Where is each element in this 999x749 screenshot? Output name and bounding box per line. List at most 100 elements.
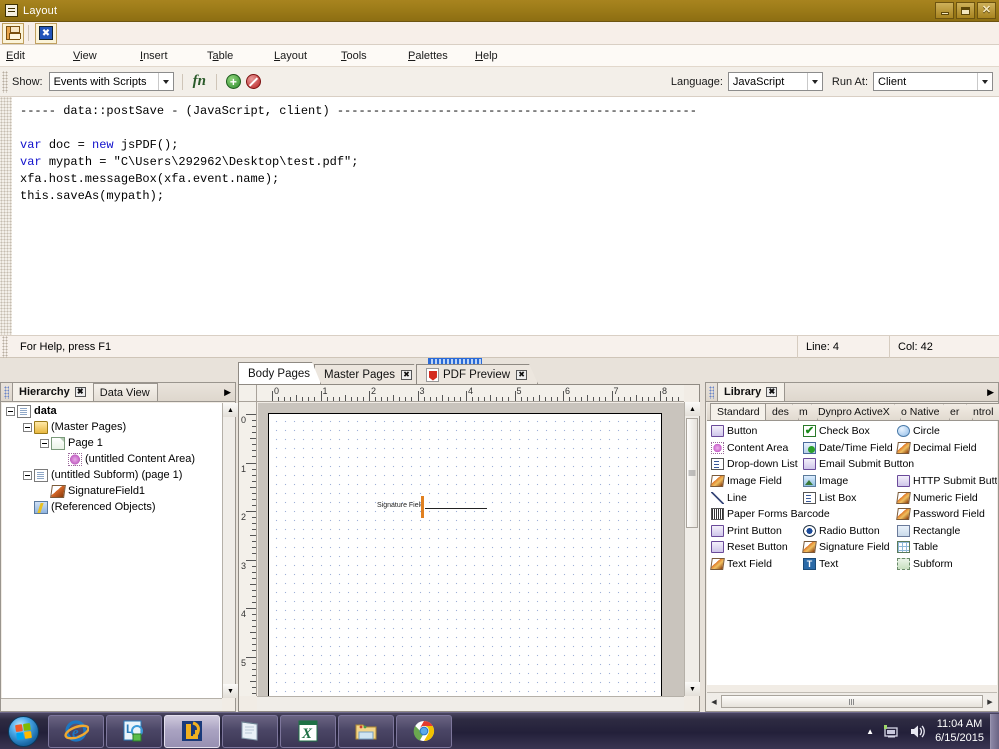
- window-title-bar[interactable]: Layout ✕: [0, 0, 999, 22]
- scroll-up-arrow[interactable]: ▲: [685, 402, 700, 416]
- vscroll-thumb[interactable]: [686, 418, 698, 528]
- library-item-label: Reset Button: [727, 541, 788, 554]
- maximize-button[interactable]: [956, 2, 975, 19]
- panel-grip[interactable]: [709, 385, 714, 399]
- tree-node[interactable]: (Master Pages): [2, 419, 222, 435]
- tree-node[interactable]: (Referenced Objects): [2, 499, 222, 515]
- taskbar-item-chrome[interactable]: [396, 714, 452, 748]
- hierarchy-hscrollbar[interactable]: [1, 698, 222, 711]
- tab-body-pages-label: Body Pages: [248, 367, 311, 380]
- save-button[interactable]: [2, 22, 24, 44]
- close-button[interactable]: ✕: [977, 2, 996, 19]
- close-script-button[interactable]: ✖: [35, 22, 57, 44]
- tree-expander[interactable]: [23, 422, 32, 432]
- panel-overflow-arrow[interactable]: ▶: [987, 387, 994, 398]
- tab-master-pages[interactable]: Master Pages ✖: [314, 364, 423, 384]
- canvas-vscrollbar[interactable]: ▲ ▼: [684, 402, 700, 696]
- tree-node[interactable]: (untitled Content Area): [2, 451, 222, 467]
- close-icon[interactable]: ✖: [74, 387, 86, 397]
- hierarchy-panel: Hierarchy ✖ Data View ▶ data (Master Page…: [0, 382, 238, 712]
- runat-dropdown[interactable]: Client: [873, 72, 993, 91]
- scroll-right-arrow[interactable]: ▶: [983, 698, 997, 706]
- function-icon[interactable]: fn: [193, 73, 206, 90]
- script-code[interactable]: ----- data::postSave - (JavaScript, clie…: [20, 103, 697, 205]
- hierarchy-panel-tabs: Hierarchy ✖ Data View ▶: [1, 382, 235, 402]
- taskbar-item-explorer[interactable]: [338, 714, 394, 748]
- canvas-hscrollbar[interactable]: [257, 696, 684, 711]
- code-lines[interactable]: var doc = new jsPDF(); var mypath = "C\U…: [20, 138, 358, 203]
- show-desktop-button[interactable]: [990, 713, 999, 749]
- tab-body-pages[interactable]: Body Pages: [238, 362, 321, 384]
- tree-node[interactable]: Page 1: [2, 435, 222, 451]
- menu-item-tools[interactable]: Tools: [341, 48, 408, 64]
- signature-field-icon: [802, 541, 817, 554]
- library-item-rectangle[interactable]: Rectangle: [897, 523, 997, 540]
- minimize-button[interactable]: [935, 2, 954, 19]
- taskbar-item-notepad[interactable]: [222, 714, 278, 748]
- taskbar-item-lync[interactable]: L: [106, 714, 162, 748]
- menu-item-layout[interactable]: Layout: [274, 48, 341, 64]
- password-field-icon: [896, 508, 911, 521]
- library-item-password-field[interactable]: Password Field: [896, 506, 997, 523]
- library-tab-standard[interactable]: Standard: [710, 403, 772, 420]
- library-item-subform[interactable]: Subform: [897, 556, 997, 573]
- tab-hierarchy[interactable]: Hierarchy ✖: [12, 382, 94, 401]
- taskbar-clock[interactable]: 11:04 AM 6/15/2015: [935, 717, 984, 745]
- taskbar-item-livecycle-designer[interactable]: [164, 714, 220, 748]
- toolbar-grip[interactable]: [2, 70, 8, 93]
- tree-node[interactable]: (untitled Subform) (page 1): [2, 467, 222, 483]
- tree-expander[interactable]: [6, 406, 15, 416]
- library-tab-dynpro-activex[interactable]: Dynpro ActiveX: [811, 403, 901, 420]
- tree-node[interactable]: data: [2, 403, 222, 419]
- close-icon[interactable]: ✖: [516, 370, 527, 380]
- library-item-http-submit-butt[interactable]: HTTP Submit Butt: [897, 473, 997, 490]
- close-icon[interactable]: ✖: [766, 387, 778, 397]
- hierarchy-vscrollbar[interactable]: ▲ ▼: [222, 403, 238, 698]
- menu-item-view[interactable]: View: [73, 48, 140, 64]
- tree-expander[interactable]: [23, 470, 32, 480]
- show-events-dropdown[interactable]: Events with Scripts: [48, 72, 174, 91]
- tab-data-view[interactable]: Data View: [92, 383, 158, 401]
- runat-label: Run At:: [831, 75, 868, 88]
- signature-field-object[interactable]: Signature Field: [377, 496, 487, 518]
- menu-item-edit[interactable]: Edit: [6, 48, 73, 64]
- show-hidden-icons-arrow[interactable]: ▲: [866, 727, 874, 736]
- library-item-circle[interactable]: Circle: [897, 423, 997, 440]
- taskbar-item-excel[interactable]: X: [280, 714, 336, 748]
- close-icon[interactable]: ✖: [401, 370, 412, 380]
- script-editor[interactable]: ----- data::postSave - (JavaScript, clie…: [0, 97, 999, 336]
- tab-library[interactable]: Library ✖: [717, 382, 786, 401]
- start-button[interactable]: [0, 714, 46, 749]
- menu-item-insert[interactable]: Insert: [140, 48, 207, 64]
- menu-item-palettes[interactable]: Palettes: [408, 48, 475, 64]
- hierarchy-tree[interactable]: data (Master Pages) Page 1 (untitled Conten…: [2, 403, 222, 698]
- canvas-scroll-area[interactable]: Signature Field: [258, 403, 684, 696]
- form-page[interactable]: Signature Field: [268, 413, 662, 696]
- library-items[interactable]: Button Content Area Drop-down List Image Fi…: [707, 421, 997, 685]
- library-item-decimal-field[interactable]: Decimal Field: [896, 440, 997, 457]
- remove-event-icon[interactable]: [245, 74, 261, 89]
- library-item-table[interactable]: Table: [897, 539, 997, 556]
- scroll-left-arrow[interactable]: ◀: [707, 698, 721, 706]
- scroll-down-arrow[interactable]: ▼: [223, 684, 238, 698]
- tree-node[interactable]: SignatureField1: [2, 483, 222, 499]
- language-dropdown[interactable]: JavaScript: [727, 72, 823, 91]
- scroll-up-arrow[interactable]: ▲: [223, 403, 238, 417]
- menu-item-table[interactable]: Table: [207, 48, 274, 64]
- library-tab-o-native[interactable]: o Native: [894, 403, 950, 420]
- ruler-tick: [423, 397, 425, 401]
- code-line: xfa.host.messageBox(xfa.event.name);: [20, 172, 280, 186]
- library-item-numeric-field[interactable]: Numeric Field: [896, 489, 997, 506]
- add-event-icon[interactable]: +: [225, 74, 241, 89]
- taskbar-item-internet-explorer[interactable]: e: [48, 714, 104, 748]
- library-item-spacer: [897, 456, 997, 473]
- tree-expander[interactable]: [40, 438, 49, 448]
- taskbar: e L X ▲ 11:04 AM 6/15/2015: [0, 712, 999, 749]
- library-hscrollbar[interactable]: ◀ ▶: [707, 692, 997, 710]
- menu-item-help[interactable]: Help: [475, 48, 542, 64]
- panel-grip[interactable]: [4, 385, 9, 399]
- tab-pdf-preview[interactable]: PDF Preview ✖: [416, 364, 538, 384]
- scroll-down-arrow[interactable]: ▼: [685, 682, 700, 696]
- hscroll-thumb[interactable]: [721, 695, 983, 708]
- panel-overflow-arrow[interactable]: ▶: [224, 387, 231, 398]
